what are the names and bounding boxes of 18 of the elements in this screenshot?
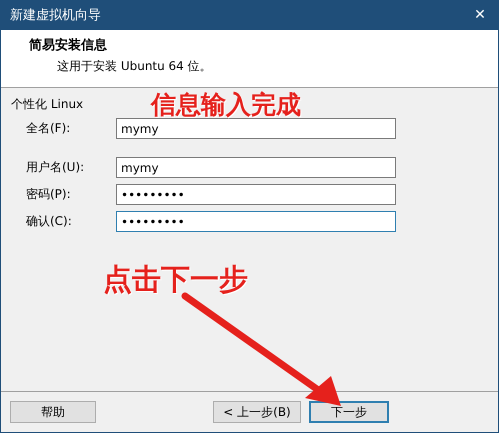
window-title: 新建虚拟机向导 bbox=[10, 7, 101, 24]
field-label: 用户名(U): bbox=[26, 159, 86, 176]
help-button[interactable]: 帮助 bbox=[10, 401, 96, 423]
field-label: 全名(F): bbox=[26, 120, 72, 137]
page-subtitle: 这用于安装 Ubuntu 64 位。 bbox=[57, 58, 213, 75]
input-field[interactable]: mymy bbox=[116, 118, 396, 139]
input-field[interactable]: ••••••••• bbox=[116, 184, 396, 205]
back-button[interactable]: < 上一步(B) bbox=[213, 401, 301, 423]
input-field[interactable]: ••••••••• bbox=[116, 211, 396, 232]
annotation-text: 点击下一步 bbox=[103, 261, 248, 298]
close-icon[interactable]: ✕ bbox=[470, 7, 490, 23]
group-label: 个性化 Linux bbox=[11, 97, 84, 111]
input-field[interactable]: mymy bbox=[116, 157, 396, 178]
annotation-text: 信息输入完成 bbox=[151, 89, 301, 121]
field-label: 密码(P): bbox=[26, 186, 72, 203]
page-title: 简易安装信息 bbox=[29, 36, 108, 54]
next-button[interactable]: 下一步 bbox=[309, 401, 389, 423]
field-label: 确认(C): bbox=[26, 213, 73, 230]
